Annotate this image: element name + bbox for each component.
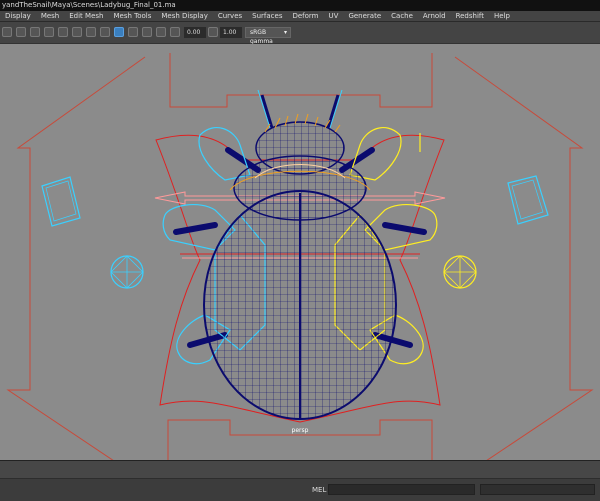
menu-arnold[interactable]: Arnold [418,11,451,21]
colorspace-dropdown[interactable]: sRGB gamma ▾ [245,27,291,45]
film-gate-icon[interactable] [72,27,82,37]
command-input[interactable] [328,484,475,495]
root-control-bottom[interactable] [167,419,433,460]
scene-canvas [6,53,594,460]
menu-edit-mesh[interactable]: Edit Mesh [64,11,108,21]
mel-label[interactable]: MEL [312,486,326,494]
left-box-inner [45,180,77,222]
right-box-inner [511,179,544,220]
colorspace-value: sRGB gamma [250,29,273,45]
viewport-persp[interactable] [0,44,600,460]
gamma-icon[interactable] [208,27,218,37]
resolution-gate-icon[interactable] [86,27,96,37]
wireframe-icon[interactable] [100,27,110,37]
menu-curves[interactable]: Curves [213,11,247,21]
root-control-right[interactable] [454,56,594,460]
menu-bar: Display Mesh Edit Mesh Mesh Tools Mesh Displ… [0,11,600,22]
right-locator-control[interactable] [443,255,477,289]
time-slider[interactable] [0,461,600,479]
camera-attributes-icon[interactable] [16,27,26,37]
camera-label: persp [291,427,309,434]
menu-uv[interactable]: UV [324,11,344,21]
grid-icon[interactable] [58,27,68,37]
menu-mesh[interactable]: Mesh [36,11,64,21]
smooth-shade-icon[interactable] [114,27,124,37]
menu-help[interactable]: Help [489,11,515,21]
bookmark-icon[interactable] [30,27,40,37]
menu-generate[interactable]: Generate [343,11,386,21]
chevron-down-icon: ▾ [283,29,287,36]
menu-deform[interactable]: Deform [287,11,323,21]
command-line: MEL [0,479,600,501]
lights-icon[interactable] [142,27,152,37]
image-plane-icon[interactable] [44,27,54,37]
menu-surfaces[interactable]: Surfaces [247,11,287,21]
command-result [480,484,595,495]
textured-icon[interactable] [128,27,138,37]
antenna-control-left[interactable] [257,89,271,129]
window-title: yandTheSnail\Maya\Scenes\Ladybug_Final_0… [0,0,600,11]
status-bar: MEL [0,460,600,501]
gamma-field[interactable]: 1.00 [220,27,242,38]
menu-cache[interactable]: Cache [386,11,418,21]
select-camera-icon[interactable] [2,27,12,37]
menu-mesh-tools[interactable]: Mesh Tools [108,11,156,21]
antenna-control-right[interactable] [329,89,343,129]
left-locator-control[interactable] [110,255,144,289]
exposure-icon[interactable] [170,27,180,37]
menu-mesh-display[interactable]: Mesh Display [156,11,212,21]
menu-display[interactable]: Display [0,11,36,21]
menu-redshift[interactable]: Redshift [451,11,489,21]
viewport-toolbar: 0.00 1.00 sRGB gamma ▾ [0,22,600,45]
root-control-top[interactable] [169,53,433,108]
shadows-icon[interactable] [156,27,166,37]
exposure-field[interactable]: 0.00 [184,27,206,38]
